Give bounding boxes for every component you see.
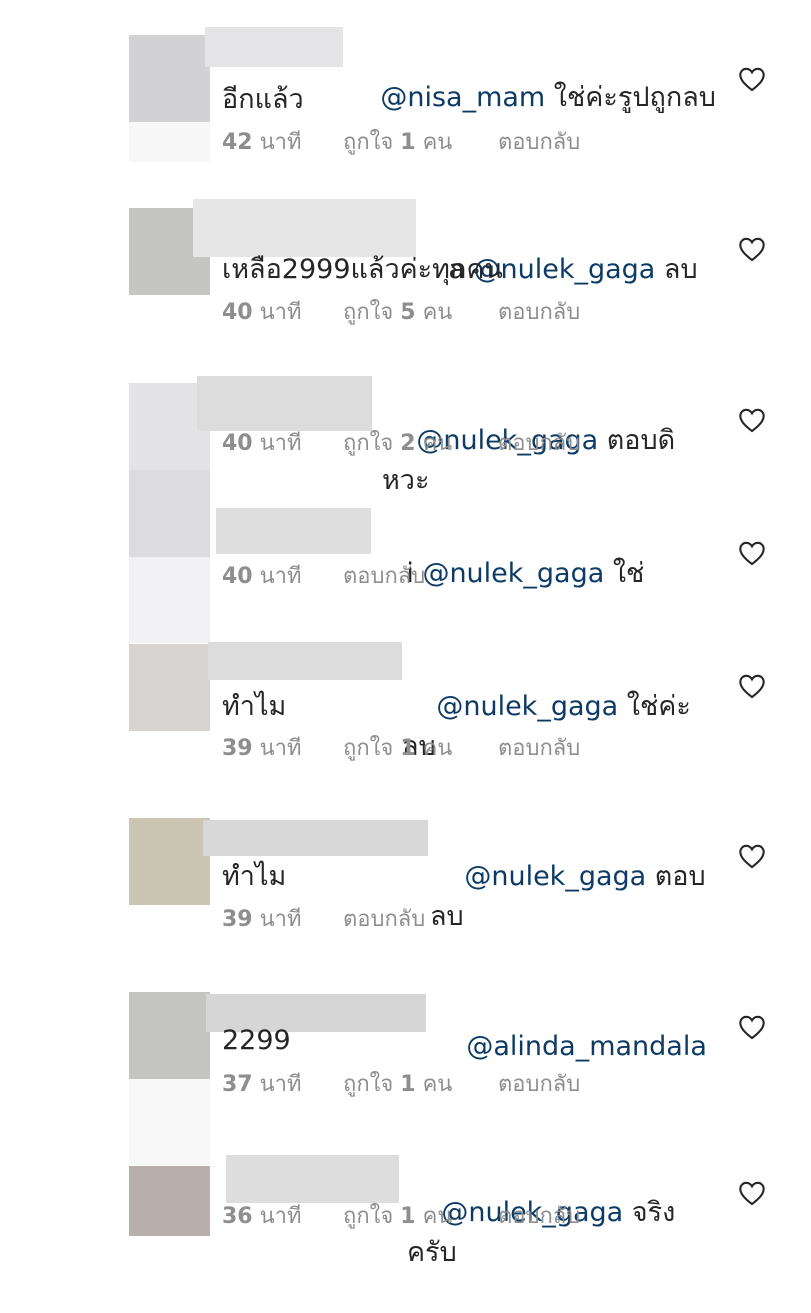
timestamp: 42 นาที [222,130,302,155]
avatar[interactable] [129,1166,210,1236]
avatar-shadow [129,557,210,643]
comment-text: @nulek_gaga จริงครับ [222,1153,722,1313]
heart-icon[interactable] [738,236,766,262]
timestamp: 40 นาที [222,564,302,589]
heart-icon[interactable] [738,843,766,869]
comment-text-line2: อีกแล้ว [222,84,304,115]
reply-button[interactable]: ตอบกลับ [498,298,580,328]
like-count[interactable]: ถูกใจ 2 คน [343,429,452,459]
timestamp: 40 นาที [222,300,302,325]
comment-text-line2: 2299 [222,1025,291,1056]
reply-button[interactable]: ตอบกลับ [498,128,580,158]
avatar-shadow [129,1079,210,1165]
heart-icon[interactable] [738,66,766,92]
heart-icon[interactable] [738,1180,766,1206]
avatar-shadow [129,122,210,162]
comment-text-line2: ทำไม [222,691,287,722]
comment-text-line2: ทำไม [222,861,287,892]
comment-text: @nulek_gaga ตอบลบ [222,817,722,977]
timestamp: 37 นาที [222,1072,302,1097]
like-count[interactable]: ถูกใจ 1 คน [343,734,452,764]
timestamp: 39 นาที [222,736,302,761]
reply-button[interactable]: ตอบกลับ [498,429,580,459]
avatar[interactable] [129,644,210,731]
reply-button[interactable]: ตอบกลับ [498,1070,580,1100]
comment-text: @nulek_gaga ใช่ค่ะ ลบ [222,647,722,807]
comment-body: ใช่ [604,558,645,589]
comment-text-line2: เหลือ2999แล้วค่ะทุกคน [222,254,503,285]
heart-icon[interactable] [738,540,766,566]
reply-button[interactable]: ตอบกลับ [498,734,580,764]
heart-icon[interactable] [738,407,766,433]
avatar[interactable] [129,35,210,122]
reply-button[interactable]: ตอบกลับ [343,562,425,592]
heart-icon[interactable] [738,1014,766,1040]
timestamp: 36 นาที [222,1204,302,1229]
timestamp: 39 นาที [222,907,302,932]
reply-button[interactable]: ตอบกลับ [343,905,425,935]
like-count[interactable]: ถูกใจ 5 คน [343,298,452,328]
like-count[interactable]: ถูกใจ 1 คน [343,1202,452,1232]
mention-link[interactable]: @nulek_gaga [422,558,604,589]
avatar[interactable] [129,470,210,557]
avatar[interactable] [129,992,210,1079]
avatar[interactable] [129,818,210,905]
heart-icon[interactable] [738,673,766,699]
like-count[interactable]: ถูกใจ 1 คน [343,1070,452,1100]
like-count[interactable]: ถูกใจ 1 คน [343,128,452,158]
reply-button[interactable]: ตอบกลับ [498,1202,580,1232]
timestamp: 40 นาที [222,431,302,456]
